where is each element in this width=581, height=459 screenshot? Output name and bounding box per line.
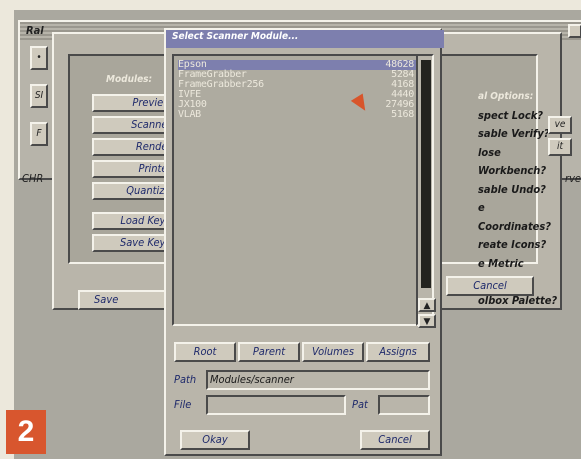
file-field[interactable] — [206, 395, 346, 415]
file-list-item[interactable]: JX100 27496 — [178, 100, 418, 110]
modules-label: Modules: — [106, 74, 153, 85]
file-size: 5168 — [391, 109, 414, 120]
right-side-button-2[interactable]: it — [548, 138, 572, 156]
path-label: Path — [174, 373, 197, 386]
option-coordinates[interactable]: e Coordinates? — [478, 199, 560, 236]
scrollbar-knob[interactable] — [421, 60, 431, 288]
file-list-item[interactable]: FrameGrabber256 4168 — [178, 80, 418, 90]
file-list-item[interactable]: IVFE 4440 — [178, 90, 418, 100]
step-number-badge: 2 — [6, 410, 46, 454]
assigns-button[interactable]: Assigns — [366, 342, 430, 362]
arrow-down-icon[interactable]: ▼ — [418, 314, 436, 328]
cancel-button[interactable]: Cancel — [360, 430, 430, 450]
background-side-tabs: • SI F — [30, 46, 50, 160]
volumes-button[interactable]: Volumes — [302, 342, 364, 362]
arrow-up-icon[interactable]: ▲ — [418, 298, 436, 312]
background-window-label: Ral — [26, 24, 44, 37]
file-name: VLAB — [178, 109, 201, 120]
file-list-scrollbar[interactable]: ▲ ▼ — [416, 54, 436, 328]
side-tab-2[interactable]: SI — [30, 84, 48, 108]
file-label: File — [174, 398, 192, 411]
option-create-icons[interactable]: reate Icons? — [478, 236, 560, 255]
right-side-button-1[interactable]: ve — [548, 116, 572, 134]
requester-title: Select Scanner Module... — [172, 31, 299, 42]
okay-button[interactable]: Okay — [180, 430, 250, 450]
file-list[interactable]: Epson 48628 FrameGrabber 5284 FrameGrabb… — [172, 54, 426, 326]
parent-button[interactable]: Parent — [238, 342, 300, 362]
requester-titlebar[interactable]: Select Scanner Module... — [166, 30, 444, 48]
options-heading: al Options: — [478, 91, 534, 102]
root-button[interactable]: Root — [174, 342, 236, 362]
path-field[interactable]: Modules/scanner — [206, 370, 430, 390]
option-disable-undo[interactable]: sable Undo? — [478, 181, 560, 200]
file-list-item[interactable]: VLAB 5168 — [178, 110, 418, 120]
pattern-field[interactable] — [378, 395, 430, 415]
save-button[interactable]: Save — [78, 290, 168, 310]
file-requester: Select Scanner Module... Epson 48628 Fra… — [164, 28, 444, 456]
screen: Ral • SI F CHR rved Modules: Preview... … — [14, 10, 581, 459]
side-tab-1[interactable]: • — [30, 46, 48, 70]
background-right-text: rved — [565, 172, 581, 185]
preferences-cancel-button[interactable]: Cancel — [446, 276, 534, 296]
background-status-text: CHR — [22, 172, 44, 185]
pattern-label: Pat — [352, 398, 368, 411]
close-gadget-icon[interactable] — [568, 24, 581, 38]
right-side-buttons: ve it — [548, 116, 572, 160]
side-tab-3[interactable]: F — [30, 122, 48, 146]
